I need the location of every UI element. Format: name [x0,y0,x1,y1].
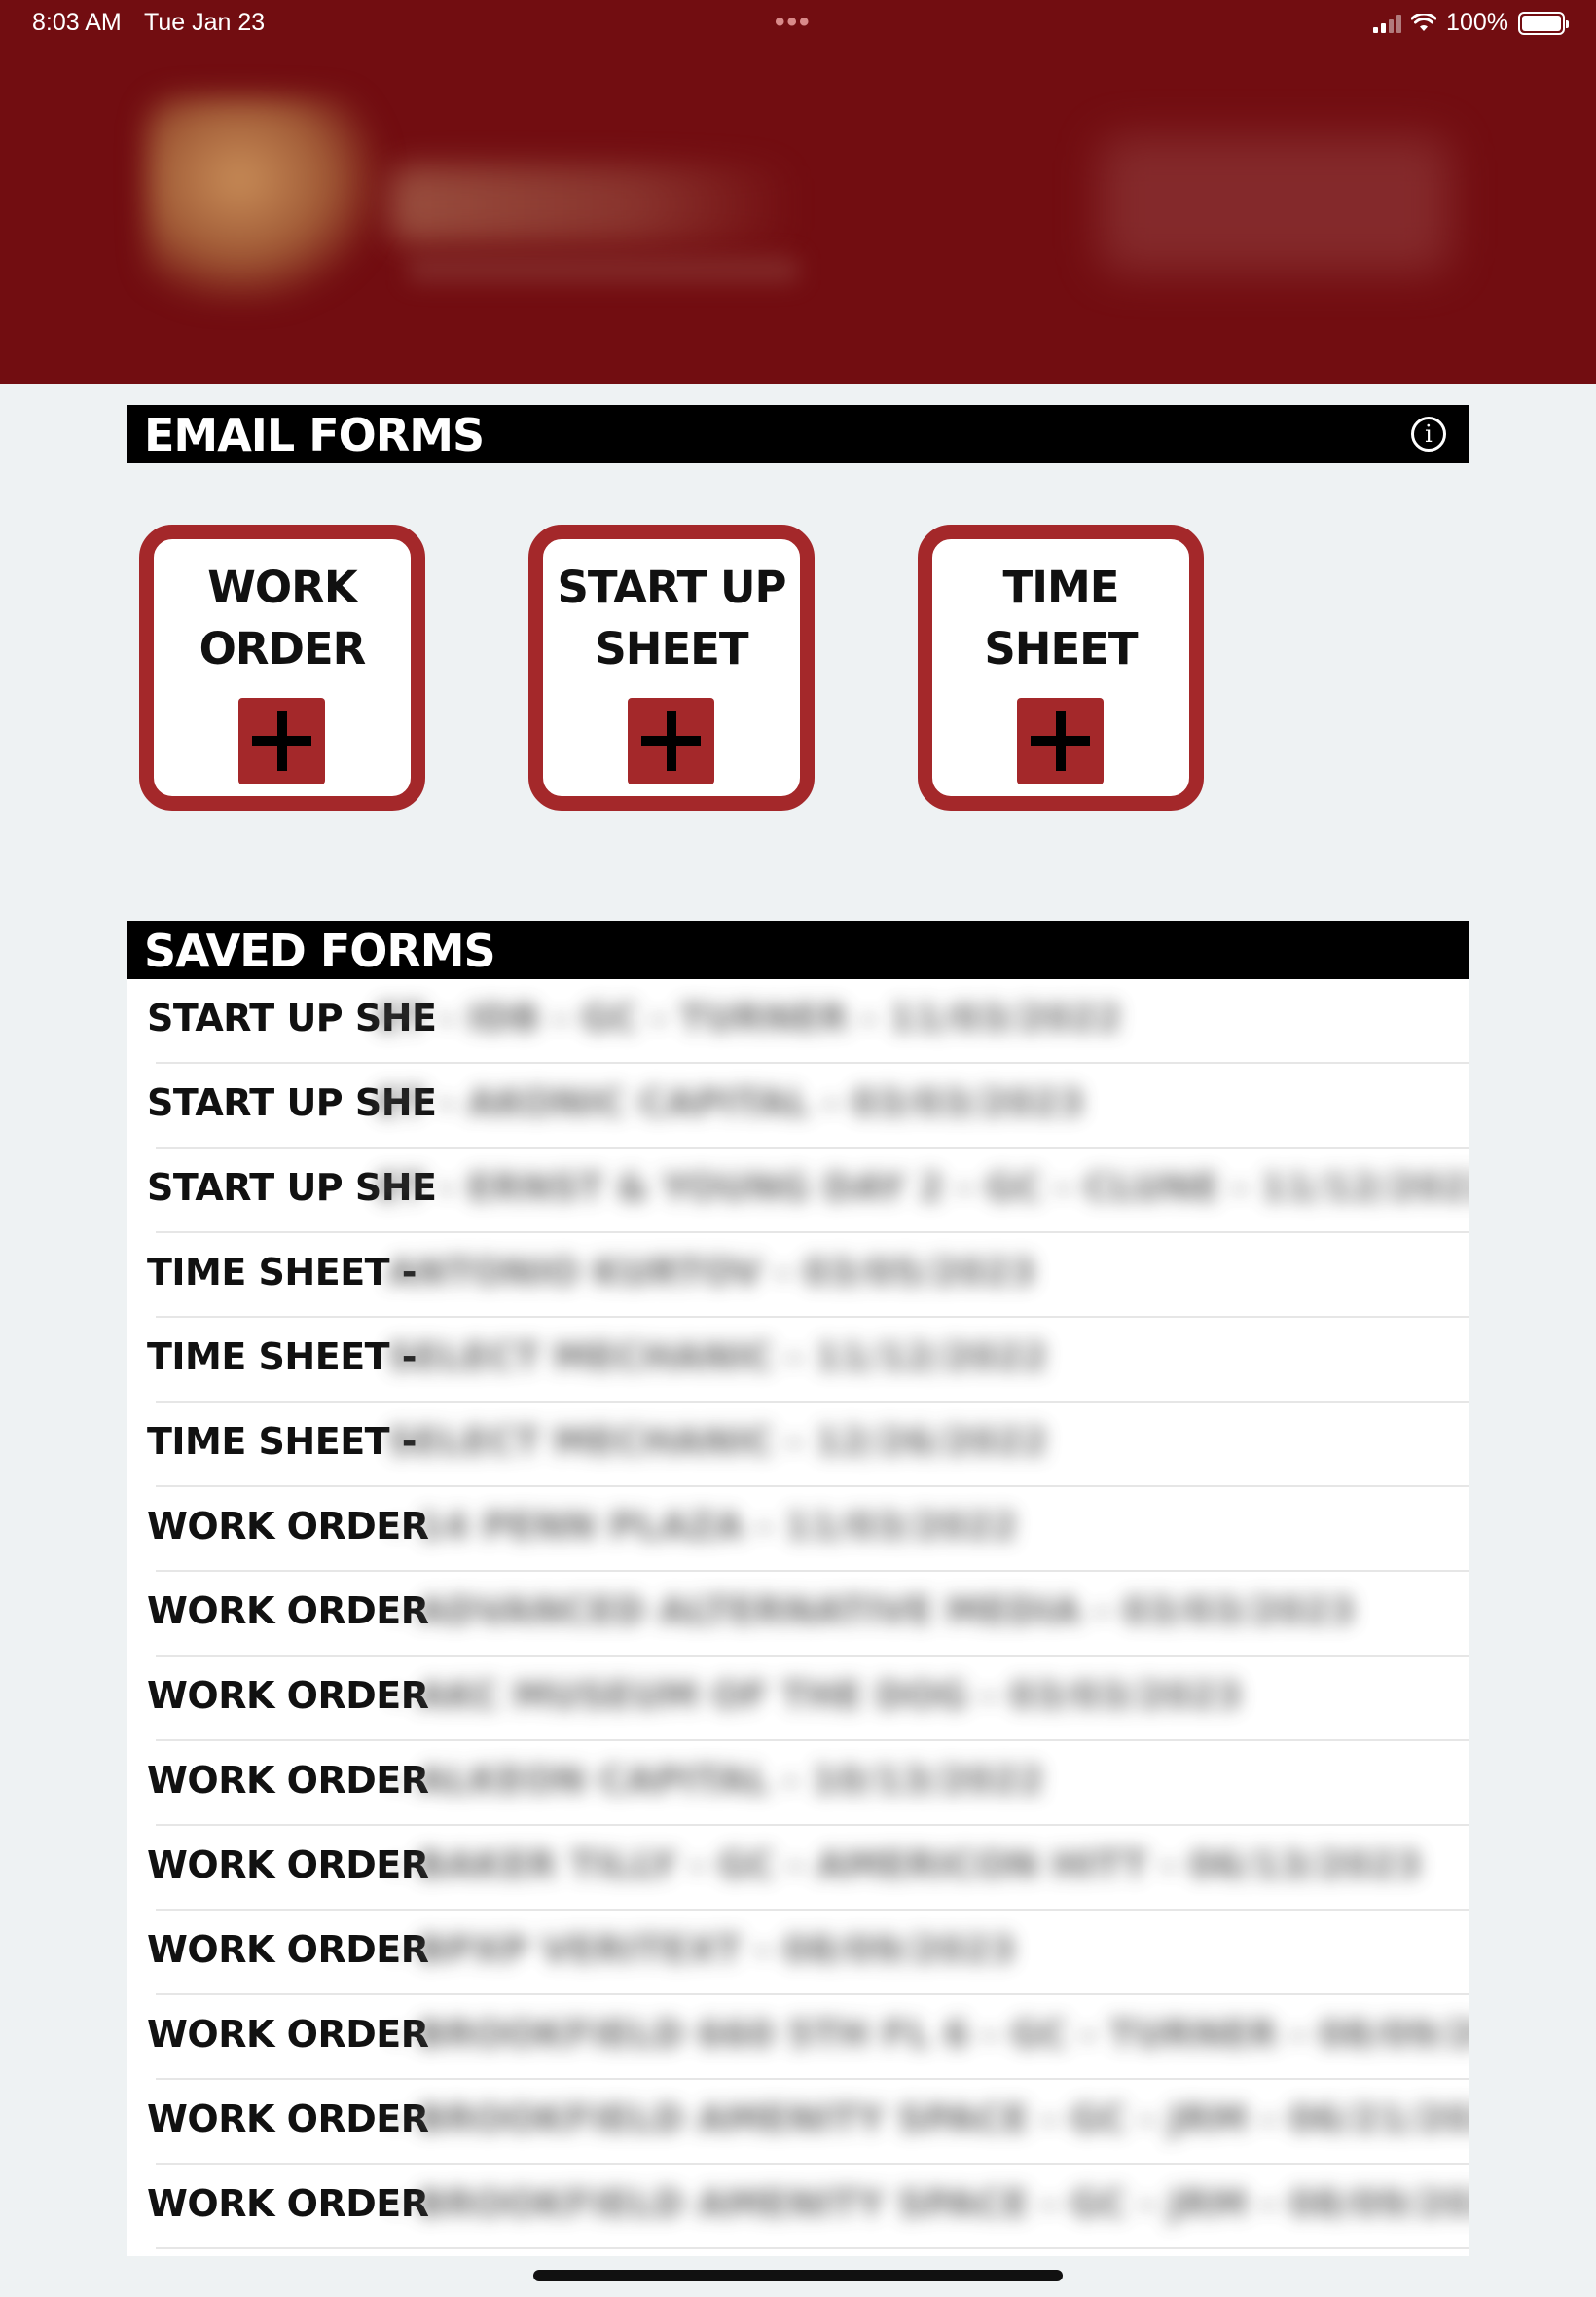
saved-form-row[interactable]: WORK ORDER - 14 PENN PLAZA - 11/03/2022 [127,1487,1469,1572]
saved-form-row[interactable]: WORK ORDER - BROOKFIELD AMENITY SPACE - … [127,2165,1469,2249]
wifi-icon [1411,13,1437,31]
saved-form-row[interactable]: WORK ORDER - BROOKFIELD 660 5TH FL 6 - G… [127,1995,1469,2080]
saved-form-title: WORK ORDER [147,2182,429,2225]
battery-icon [1518,11,1569,35]
row-divider [156,2247,1469,2249]
saved-form-title: WORK ORDER [147,2097,429,2140]
header-contact-blurred [1100,136,1450,273]
saved-form-row[interactable]: WORK ORDER - BAKER TILLY - GC - AMERICON… [127,1826,1469,1911]
saved-form-title: TIME SHEET - [147,1335,417,1378]
status-time: 8:03 AM [32,9,122,36]
saved-form-title: WORK ORDER [147,1843,429,1886]
saved-form-row[interactable]: WORK ORDER - ALKEON CAPITAL - 10/13/2022 [127,1741,1469,1826]
app-header: 8:03 AM Tue Jan 23 ••• 100% [0,0,1596,384]
saved-form-detail-blurred: ET - AKONIC CAPITAL - 03/03/2023 [376,1081,1085,1124]
saved-form-detail-blurred: SELECT MECHANIC - 12/26/2022 [387,1420,1048,1463]
saved-form-detail-blurred: - AKC MUSEUM OF THE DOG - 03/03/2023 [389,1674,1243,1717]
cellular-signal-icon [1373,14,1402,33]
saved-form-row[interactable]: WORK ORDER - BROOKFIELD AMENITY SPACE - … [127,2080,1469,2165]
saved-form-row[interactable]: START UP SHE ET - ERNST & YOUNG DAY 2 - G… [127,1148,1469,1233]
saved-form-row[interactable]: TIME SHEET - SELECT MECHANIC - 11/12/202… [127,1318,1469,1403]
saved-form-row[interactable]: TIME SHEET - SELECT MECHANIC - 12/26/202… [127,1403,1469,1487]
email-forms-title: EMAIL FORMS [144,409,485,461]
saved-form-title: WORK ORDER [147,1674,429,1717]
info-icon[interactable]: i [1411,417,1446,452]
saved-form-detail-blurred: SELECT MECHANIC - 11/12/2022 [387,1335,1048,1378]
saved-form-row[interactable]: START UP SHE ET - IDB - GC - TURNER - 11/… [127,979,1469,1064]
work-order-label: WORK ORDER [199,562,367,675]
time-sheet-label: TIME SHEET [984,562,1138,675]
saved-form-detail-blurred: - BPXP VERITEXT - 08/09/2023 [389,1928,1016,1971]
saved-form-detail-blurred: - 14 PENN PLAZA - 11/03/2022 [389,1505,1018,1548]
saved-form-row[interactable]: START UP SHE ET - AKONIC CAPITAL - 03/03/… [127,1064,1469,1148]
saved-form-detail-blurred: - ADVANCED ALTERNATIVE MEDIA - 03/03/202… [389,1589,1356,1632]
saved-form-title: WORK ORDER [147,1928,429,1971]
saved-form-title: WORK ORDER [147,1759,429,1802]
email-forms-header: EMAIL FORMS i [127,405,1469,463]
saved-form-row[interactable]: WORK ORDER - AKC MUSEUM OF THE DOG - 03/… [127,1657,1469,1741]
saved-form-detail-blurred: ANTONIO KURTOV - 03/05/2023 [387,1251,1036,1294]
saved-form-detail-blurred: - BROOKFIELD AMENITY SPACE - GC - JRM - … [389,2097,1469,2140]
plus-icon[interactable] [1017,698,1104,784]
saved-form-detail-blurred: - ALKEON CAPITAL - 10/13/2022 [389,1759,1044,1802]
saved-forms-header: SAVED FORMS [127,921,1469,979]
start-up-sheet-button[interactable]: START UP SHEET [528,525,815,811]
saved-form-detail-blurred: - BAKER TILLY - GC - AMERICON HITT - 06/… [389,1843,1422,1886]
saved-form-title: TIME SHEET - [147,1420,417,1463]
saved-form-title: WORK ORDER [147,2013,429,2056]
saved-forms-list[interactable]: START UP SHE ET - IDB - GC - TURNER - 11/… [127,979,1469,2256]
status-indicators: 100% [1373,9,1569,37]
time-sheet-button[interactable]: TIME SHEET [918,525,1204,811]
status-bar: 8:03 AM Tue Jan 23 ••• 100% [0,0,1596,47]
saved-form-row[interactable]: WORK ORDER - BPXP VERITEXT - 08/09/2023 [127,1911,1469,1995]
status-date: Tue Jan 23 [144,9,266,36]
start-up-sheet-label: START UP SHEET [557,562,787,675]
plus-icon[interactable] [628,698,714,784]
work-order-button[interactable]: WORK ORDER [139,525,425,811]
company-logo [127,68,808,321]
saved-form-title: WORK ORDER [147,1505,429,1548]
saved-form-detail-blurred: - BROOKFIELD 660 5TH FL 6 - GC - TURNER … [389,2013,1469,2056]
saved-form-row[interactable]: TIME SHEET - ANTONIO KURTOV - 03/05/2023 [127,1233,1469,1318]
saved-forms-title: SAVED FORMS [144,925,496,977]
plus-icon[interactable] [238,698,325,784]
saved-form-detail-blurred: - BROOKFIELD AMENITY SPACE - GC - JRM - … [389,2182,1469,2225]
saved-form-title: WORK ORDER [147,1589,429,1632]
battery-percent: 100% [1446,9,1508,36]
home-indicator[interactable] [533,2270,1063,2281]
saved-form-row[interactable]: WORK ORDER - ADVANCED ALTERNATIVE MEDIA … [127,1572,1469,1657]
saved-form-title: TIME SHEET - [147,1251,417,1294]
multitasking-dots[interactable]: ••• [775,6,812,39]
saved-form-detail-blurred: ET - IDB - GC - TURNER - 11/03/2022 [376,997,1122,1039]
saved-form-detail-blurred: ET - ERNST & YOUNG DAY 2 - GC - CLUNE - … [376,1166,1469,1209]
